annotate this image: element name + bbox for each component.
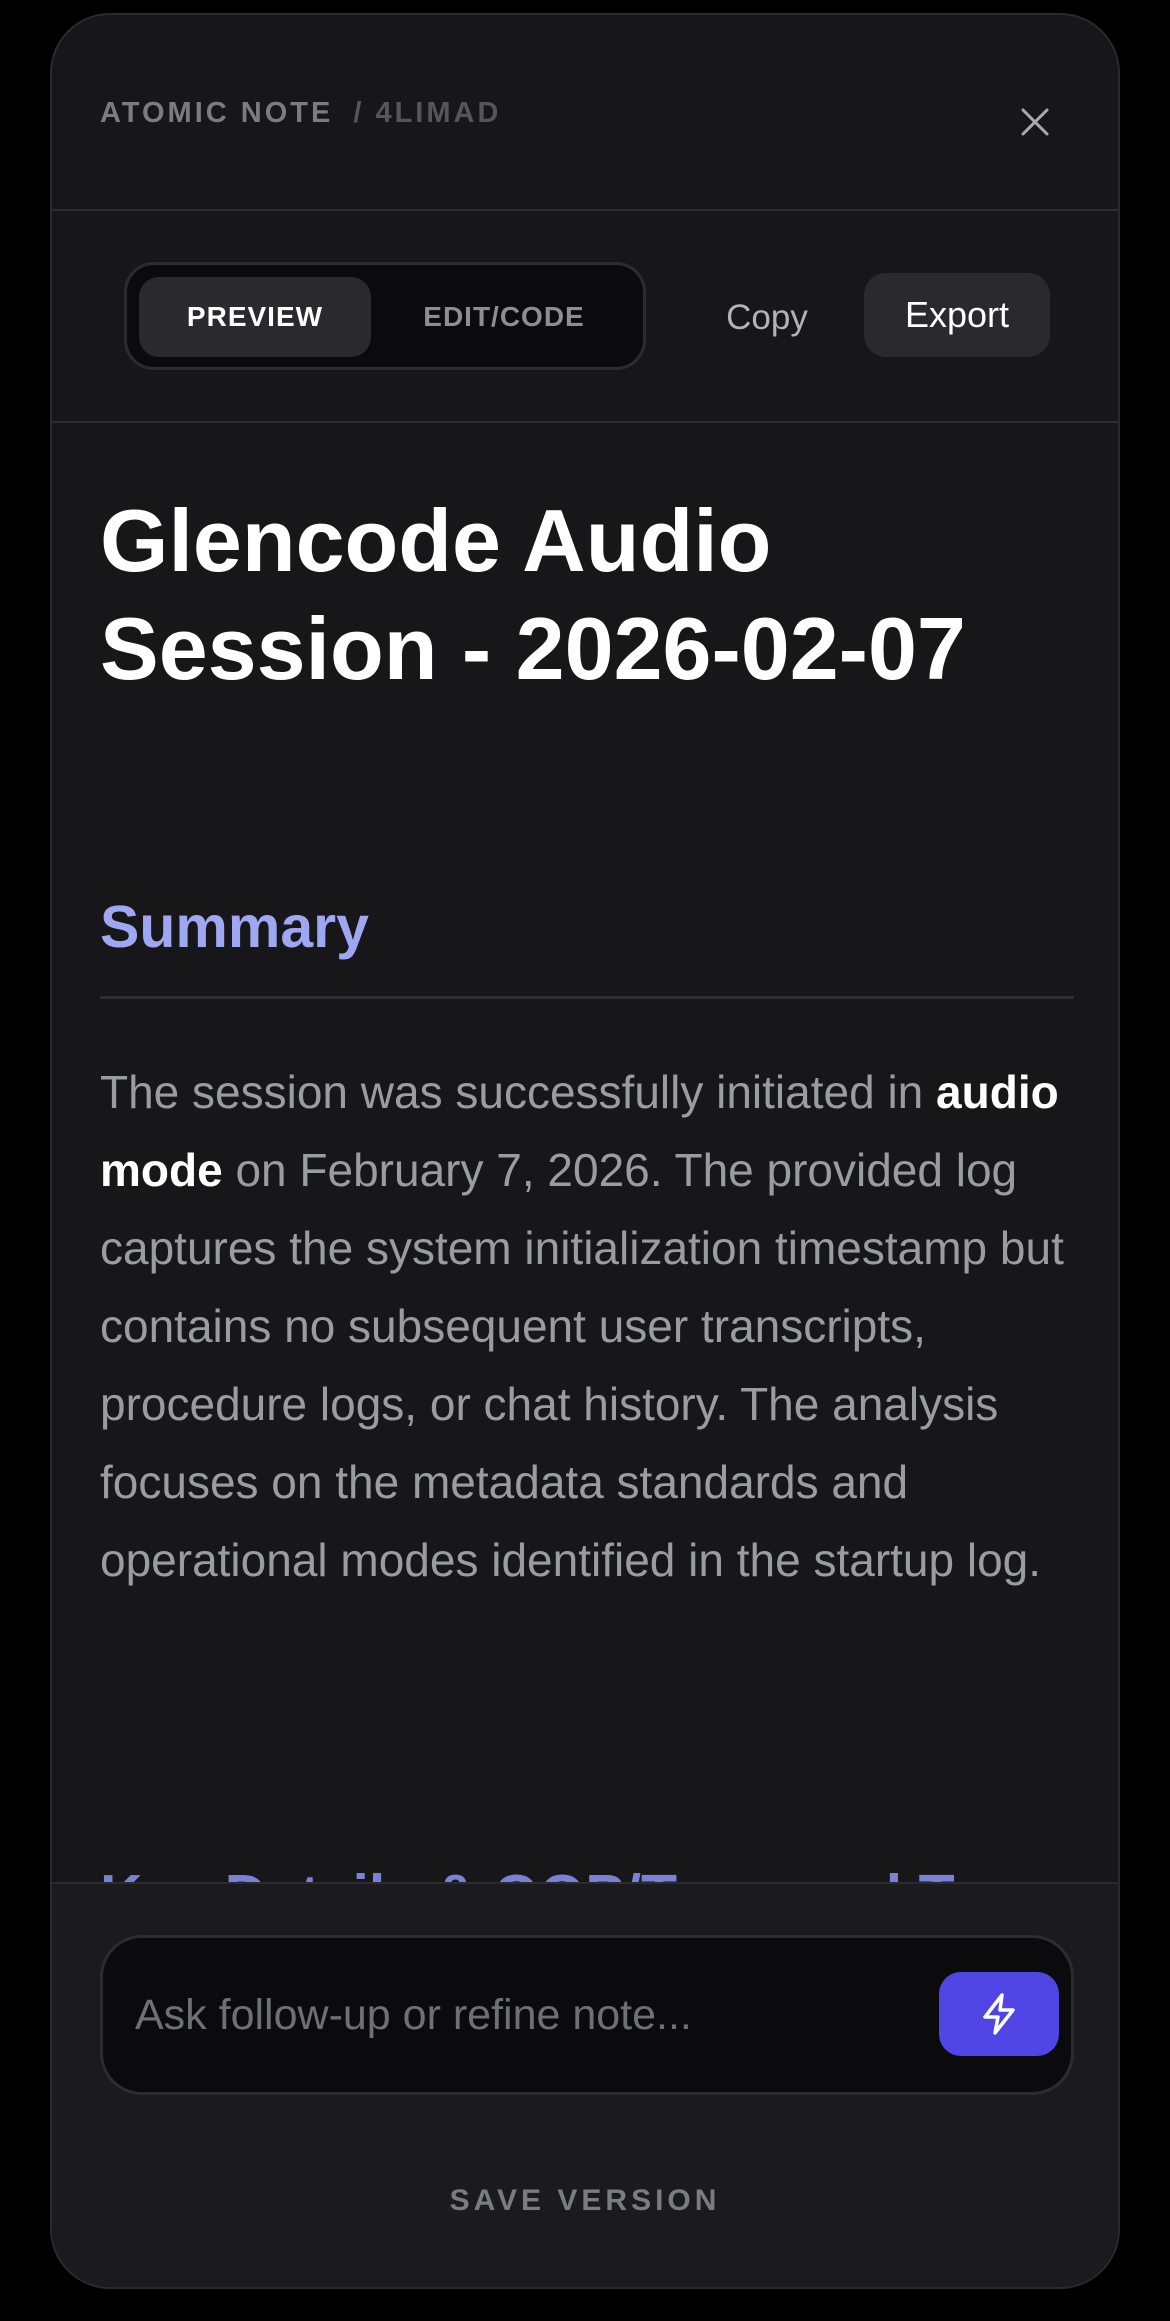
breadcrumb: ATOMIC NOTE / 4LIMAD — [100, 97, 501, 130]
summary-paragraph: The session was successfully initiated i… — [100, 1053, 1090, 1599]
summary-heading: Summary — [100, 894, 369, 960]
key-details-heading: Key Details & OOP/Temporal T... — [100, 1861, 997, 1882]
modal-header: ATOMIC NOTE / 4LIMAD — [52, 15, 1118, 211]
save-version-button[interactable]: SAVE VERSION — [52, 2184, 1118, 2218]
view-mode-toggle: PREVIEW EDIT/CODE — [124, 262, 646, 370]
follow-up-input[interactable] — [133, 1972, 893, 2058]
section-divider — [100, 996, 1074, 999]
summary-text-start: The session was successfully initiated i… — [100, 1066, 937, 1118]
modal-footer: SAVE VERSION — [52, 1882, 1118, 2287]
close-button[interactable] — [1020, 107, 1050, 137]
copy-button[interactable]: Copy — [702, 288, 832, 348]
note-modal: ATOMIC NOTE / 4LIMAD PREVIEW EDIT/CODE Co… — [50, 13, 1120, 2289]
tab-preview[interactable]: PREVIEW — [139, 277, 371, 357]
toolbar: PREVIEW EDIT/CODE Copy Export — [52, 213, 1118, 423]
lightning-icon — [983, 1993, 1015, 2035]
document-title: Glencode Audio Session - 2026-02-07 — [100, 491, 966, 698]
export-button[interactable]: Export — [864, 273, 1050, 357]
summary-text-end: on February 7, 2026. The provided log ca… — [100, 1144, 1064, 1586]
note-content[interactable]: Glencode Audio Session - 2026-02-07 Summ… — [52, 425, 1118, 1882]
close-icon — [1021, 108, 1049, 136]
note-id: 4LIMAD — [375, 97, 502, 129]
tab-edit-code[interactable]: EDIT/CODE — [375, 277, 633, 357]
breadcrumb-label: ATOMIC NOTE — [100, 97, 334, 129]
follow-up-box — [100, 1935, 1074, 2095]
breadcrumb-separator: / — [353, 97, 365, 129]
send-button[interactable] — [939, 1972, 1059, 2056]
